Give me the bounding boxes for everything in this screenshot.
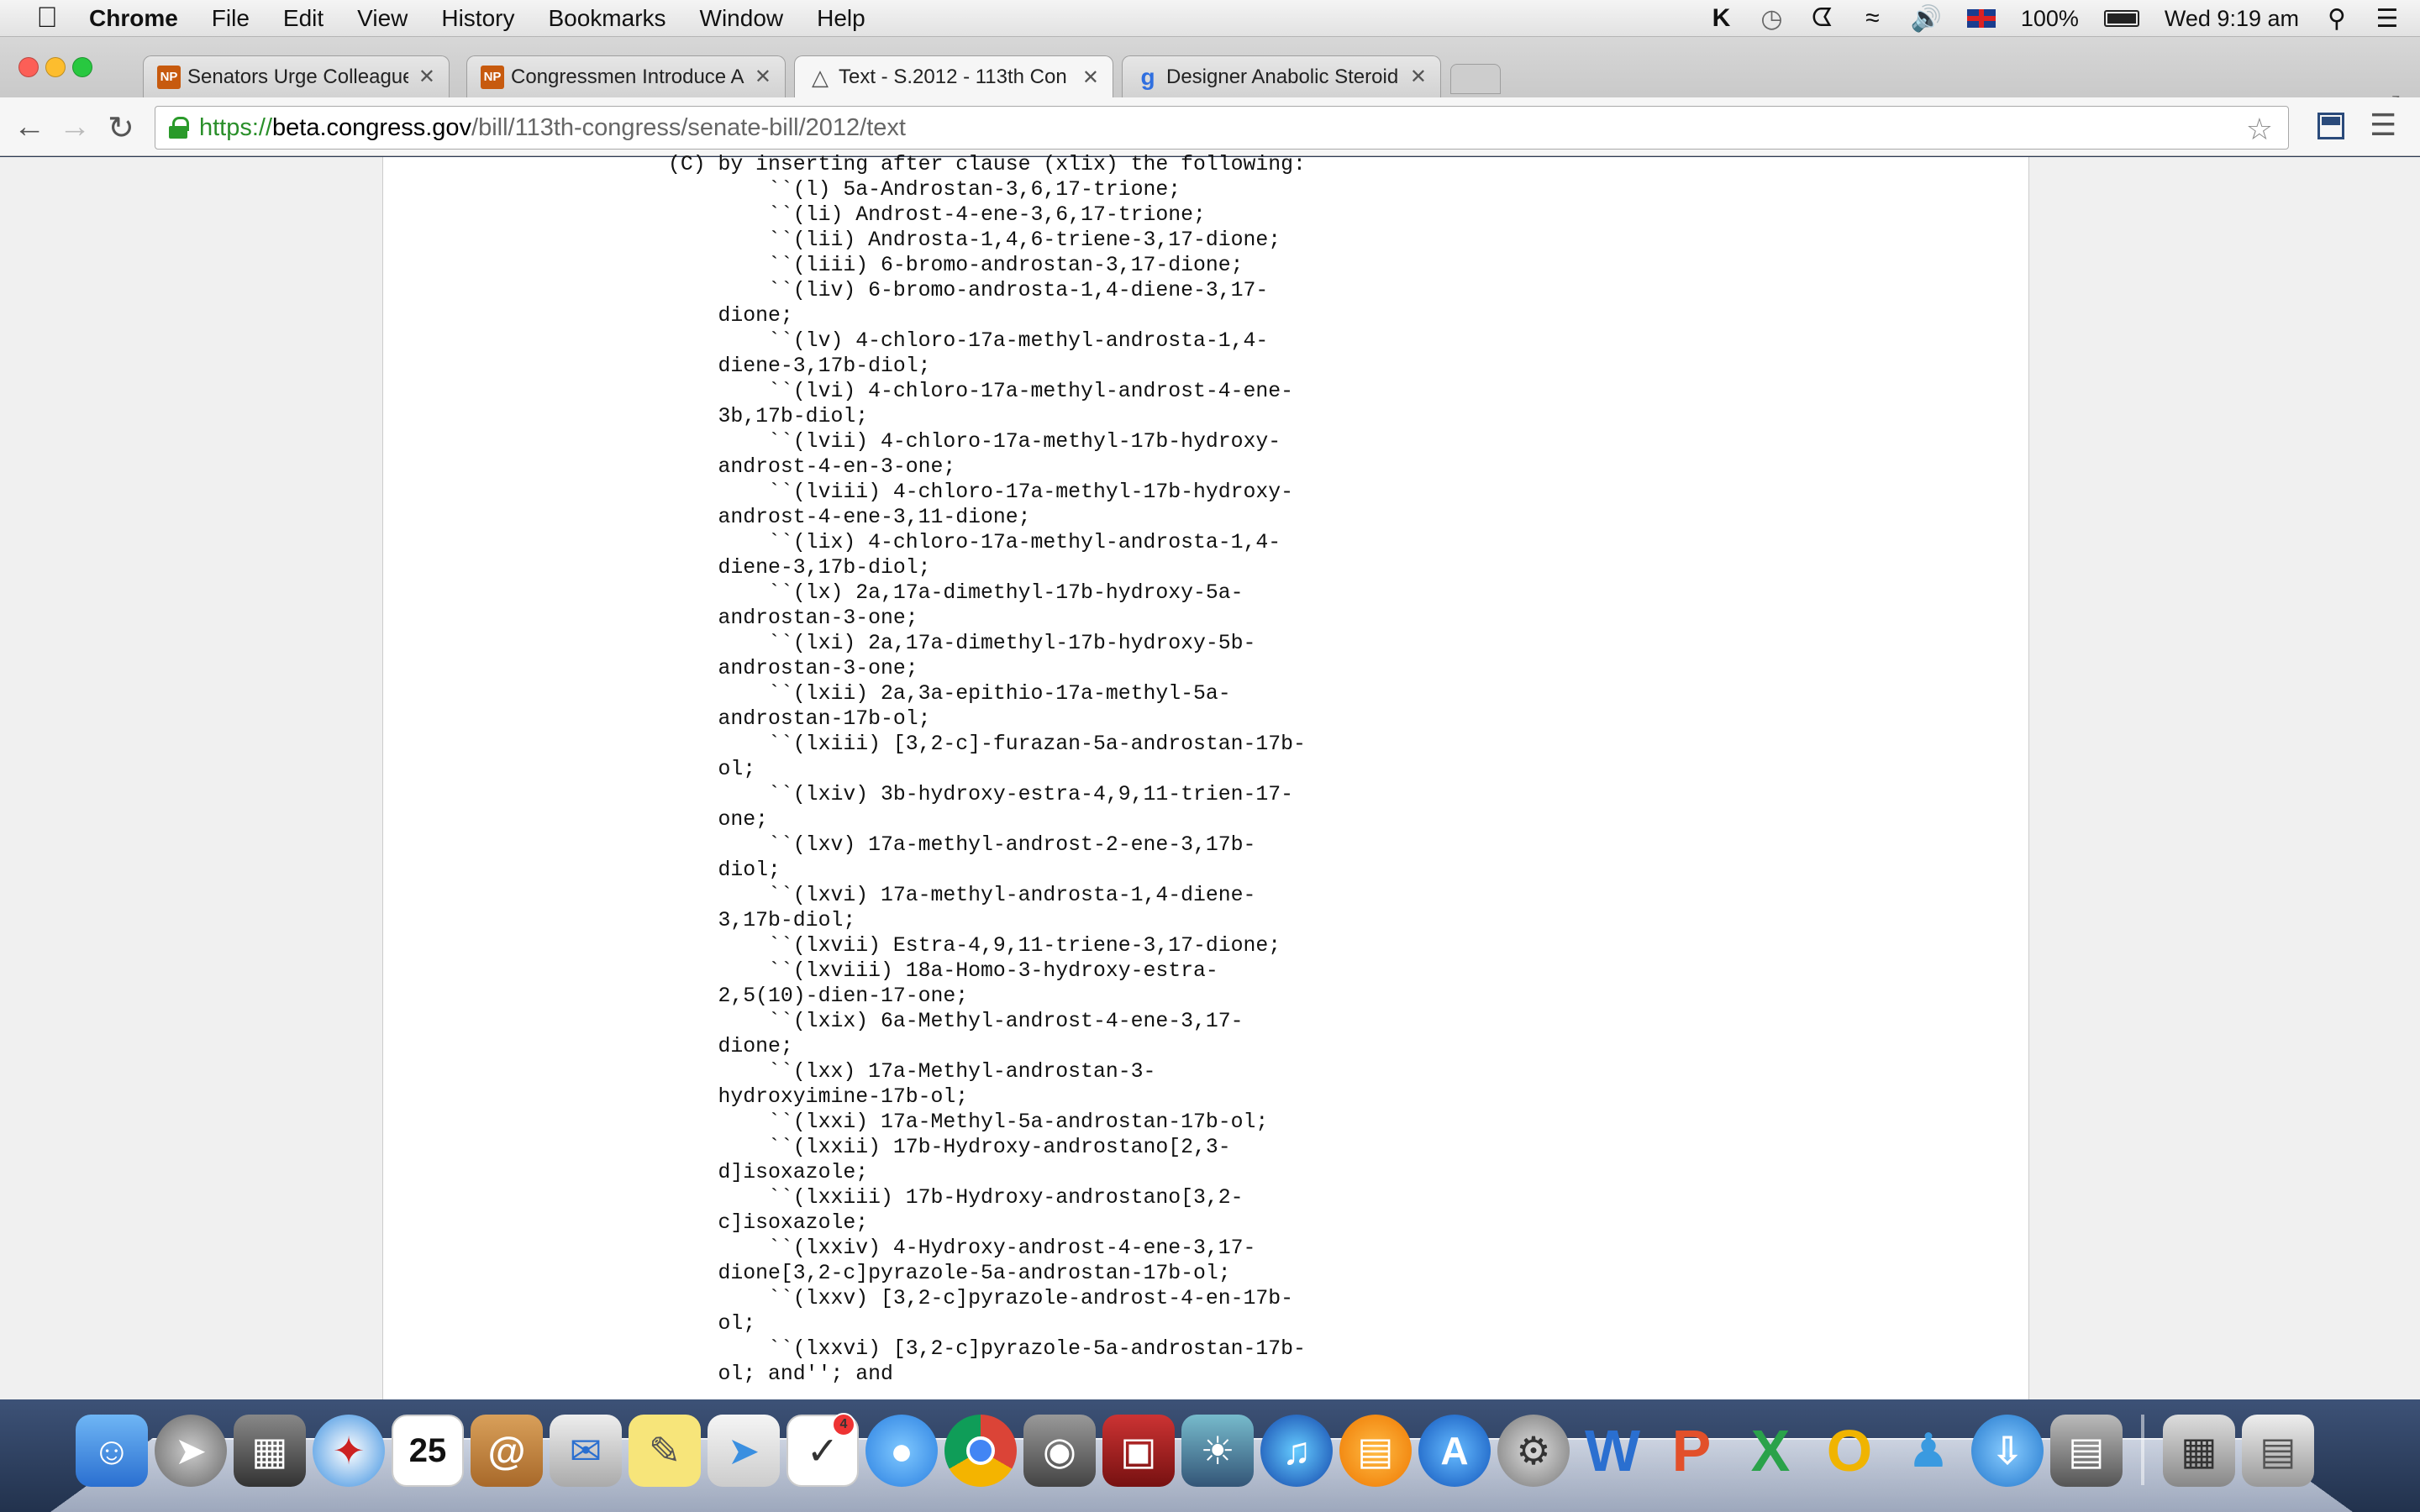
menu-bar:  Chrome File Edit View History Bookmark… — [0, 0, 2420, 37]
kaspersky-icon[interactable]: K — [1708, 4, 1733, 33]
tab-title: Senators Urge Colleagues t — [187, 65, 408, 88]
safari-icon[interactable]: ✦ — [313, 1415, 385, 1487]
tab-senators-urge[interactable]: NP Senators Urge Colleagues t ✕ — [143, 55, 450, 97]
extension-icon[interactable] — [2317, 113, 2344, 139]
clock[interactable]: Wed 9:19 am — [2165, 6, 2299, 32]
tab-close-icon[interactable]: ✕ — [418, 65, 435, 89]
menu-edit[interactable]: Edit — [283, 5, 324, 32]
battery-percent[interactable]: 100% — [2021, 6, 2079, 32]
menu-window[interactable]: Window — [700, 5, 784, 32]
spotlight-icon[interactable]: ⚲ — [2324, 4, 2349, 34]
stickies-icon[interactable]: ✎ — [629, 1415, 701, 1487]
status-area: K ◷ ᗧ ≈ 🔊 100% Wed 9:19 am ⚲ ☰ — [1708, 0, 2400, 37]
url-host: beta.congress.gov — [272, 113, 472, 141]
address-bar[interactable]: https:// beta.congress.gov /bill/113th-c… — [155, 106, 2289, 150]
menu-help[interactable]: Help — [817, 5, 865, 32]
tab-strip: NP Senators Urge Colleagues t ✕ NP Congr… — [0, 37, 2420, 117]
forward-arrow-icon[interactable]: → — [59, 109, 91, 145]
bill-text-container: (C) by inserting after clause (xlix) the… — [382, 153, 2029, 1399]
tab-close-icon[interactable]: ✕ — [755, 65, 771, 89]
bill-text: (C) by inserting after clause (xlix) the… — [668, 153, 1306, 1386]
mail-icon[interactable]: ✉ — [550, 1415, 622, 1487]
reminders-badge: 4 — [832, 1413, 855, 1436]
launchpad-icon[interactable]: ➤ — [155, 1415, 227, 1487]
menu-app-chrome[interactable]: Chrome — [89, 5, 178, 32]
tab-close-icon[interactable]: ✕ — [1082, 66, 1099, 90]
window-zoom-button[interactable] — [72, 57, 92, 77]
calendar-icon[interactable]: 25 — [392, 1415, 464, 1487]
mission-control-icon[interactable]: ▦ — [234, 1415, 306, 1487]
dock: ☺ ➤ ▦ ✦ 25 @ ✉ ✎ ➤ ✓ 4 ● ◉ ▣ ☀ ♫ ▤ A ⚙ W … — [76, 1413, 2314, 1495]
notification-center-icon[interactable]: ☰ — [2375, 4, 2400, 34]
contacts-icon[interactable]: @ — [471, 1415, 543, 1487]
tab-close-icon[interactable]: ✕ — [1410, 65, 1427, 89]
menu-bookmarks[interactable]: Bookmarks — [548, 5, 666, 32]
reminders-icon[interactable]: ✓ 4 — [786, 1413, 859, 1487]
battery-icon[interactable] — [2103, 10, 2139, 27]
apple-icon[interactable]:  — [30, 2, 64, 34]
google-favicon-icon: g — [1140, 63, 1155, 90]
tab-s2012-text[interactable]: △ Text - S.2012 - 113th Con ✕ — [794, 55, 1113, 98]
app-store-icon[interactable]: A — [1418, 1415, 1491, 1487]
finder-icon[interactable]: ☺ — [76, 1415, 148, 1487]
bookmark-star-icon[interactable]: ☆ — [2246, 112, 2273, 147]
network-icon[interactable]: ⇩ — [1971, 1415, 2044, 1487]
tab-designer-anabolic[interactable]: g Designer Anabolic Steroid ✕ — [1122, 55, 1441, 97]
photo-booth-icon[interactable]: ▣ — [1102, 1415, 1175, 1487]
np-favicon-icon: NP — [481, 65, 504, 89]
time-machine-icon[interactable]: ◷ — [1759, 4, 1784, 34]
tab-title: Congressmen Introduce Ar — [511, 65, 744, 88]
new-tab-button[interactable] — [1450, 64, 1501, 94]
window-minimize-button[interactable] — [45, 57, 66, 77]
capitol-favicon-icon: △ — [812, 64, 829, 90]
system-preferences-icon[interactable]: ⚙ — [1497, 1415, 1570, 1487]
wifi-icon[interactable]: ≈ — [1860, 4, 1885, 33]
tab-title: Text - S.2012 - 113th Con — [839, 66, 1067, 88]
itunes-icon[interactable]: ♫ — [1260, 1415, 1333, 1487]
facetime-icon[interactable]: ◉ — [1023, 1415, 1096, 1487]
remote-desktop-icon[interactable]: ▤ — [2050, 1415, 2123, 1487]
reload-icon[interactable]: ↻ — [108, 109, 134, 147]
powerpoint-icon[interactable]: P — [1655, 1415, 1728, 1487]
page-viewport[interactable]: (C) by inserting after clause (xlix) the… — [0, 153, 2420, 1399]
tab-congressmen-introduce[interactable]: NP Congressmen Introduce Ar ✕ — [466, 55, 786, 97]
bluetooth-icon[interactable]: ᗧ — [1809, 4, 1834, 33]
back-arrow-icon[interactable]: ← — [13, 109, 45, 145]
excel-icon[interactable]: X — [1734, 1415, 1807, 1487]
maps-icon[interactable]: ➤ — [708, 1415, 780, 1487]
ibooks-icon[interactable]: ▤ — [1339, 1415, 1412, 1487]
messages-icon[interactable]: ● — [865, 1415, 938, 1487]
outlook-icon[interactable]: O — [1813, 1415, 1886, 1487]
iphoto-icon[interactable]: ☀ — [1181, 1415, 1254, 1487]
url-path: /bill/113th-congress/senate-bill/2012/te… — [471, 113, 906, 141]
dock-area: ☺ ➤ ▦ ✦ 25 @ ✉ ✎ ➤ ✓ 4 ● ◉ ▣ ☀ ♫ ▤ A ⚙ W … — [0, 1399, 2420, 1512]
volume-icon[interactable]: 🔊 — [1910, 4, 1941, 34]
browser-toolbar: ← → ↻ https:// beta.congress.gov /bill/1… — [0, 97, 2420, 156]
menu-view[interactable]: View — [357, 5, 408, 32]
tab-title: Designer Anabolic Steroid — [1166, 65, 1399, 88]
menu-file[interactable]: File — [212, 5, 250, 32]
messenger-icon[interactable]: ♟ — [1892, 1415, 1965, 1487]
dock-separator — [2141, 1415, 2144, 1485]
chrome-icon[interactable] — [944, 1415, 1017, 1487]
trash-icon[interactable]: ▤ — [2242, 1415, 2314, 1487]
downloads-stack-icon[interactable]: ▦ — [2163, 1415, 2235, 1487]
menu-history[interactable]: History — [441, 5, 514, 32]
chrome-menu-icon[interactable]: ☰ — [2370, 108, 2396, 143]
np-favicon-icon: NP — [157, 65, 181, 89]
secure-lock-icon[interactable] — [169, 117, 189, 139]
window-close-button[interactable] — [18, 57, 39, 77]
url-scheme: https:// — [199, 113, 273, 141]
input-source-flag-icon[interactable] — [1966, 9, 1996, 28]
word-icon[interactable]: W — [1576, 1415, 1649, 1487]
